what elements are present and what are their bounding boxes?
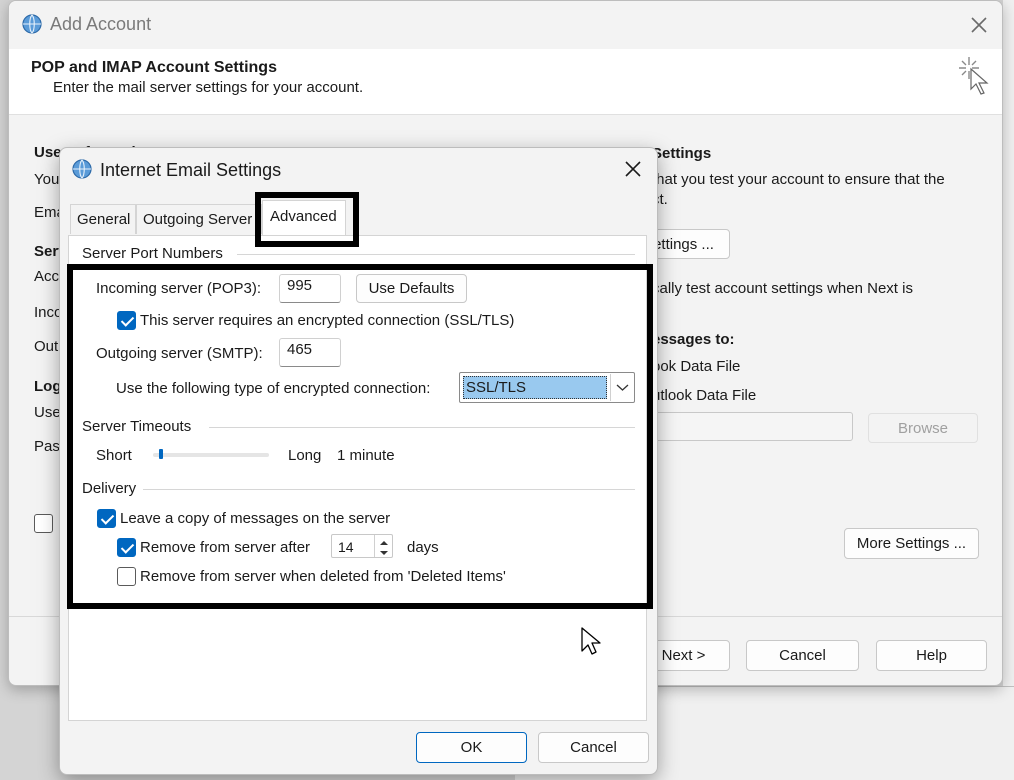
- server-timeouts-divider: [209, 427, 635, 428]
- timeout-long-label: Long: [288, 447, 322, 464]
- encryption-type-value: SSL/TLS: [463, 376, 607, 399]
- globe-mail-icon: [21, 13, 43, 35]
- background-window-edge: [1003, 0, 1014, 780]
- encrypted-connection-label: This server requires an encrypted connec…: [140, 312, 515, 329]
- page-heading: POP and IMAP Account Settings: [31, 59, 277, 76]
- account-type-label-fragment: Acc: [34, 268, 60, 285]
- new-data-file-option[interactable]: ook Data File: [652, 358, 740, 375]
- incoming-port-input[interactable]: 995: [279, 274, 341, 303]
- leave-copy-checkbox[interactable]: [97, 509, 116, 528]
- add-account-cancel-button[interactable]: Cancel: [746, 640, 859, 671]
- wizard-cursor-icon: [955, 53, 995, 105]
- remove-after-label: Remove from server after: [140, 539, 311, 556]
- deliver-messages-label: essages to:: [652, 331, 735, 348]
- timeout-slider-thumb[interactable]: [159, 449, 163, 459]
- timeout-value-label: 1 minute: [337, 447, 395, 464]
- remove-deleted-checkbox[interactable]: [117, 567, 136, 586]
- remove-after-days-stepper[interactable]: 14: [331, 534, 393, 558]
- add-account-header: POP and IMAP Account Settings Enter the …: [9, 49, 1002, 115]
- close-icon[interactable]: [967, 13, 991, 37]
- tab-advanced-label: Advanced: [270, 208, 337, 225]
- dialog-title: Internet Email Settings: [100, 160, 282, 180]
- more-settings-button[interactable]: More Settings ...: [844, 528, 979, 559]
- leave-copy-label: Leave a copy of messages on the server: [120, 510, 391, 527]
- dialog-cancel-button[interactable]: Cancel: [538, 732, 649, 763]
- dialog-close-icon[interactable]: [621, 157, 645, 181]
- tab-general[interactable]: General: [70, 204, 136, 234]
- mouse-cursor-icon: [580, 627, 602, 657]
- stepper-down-icon[interactable]: [374, 546, 392, 557]
- help-button[interactable]: Help: [876, 640, 987, 671]
- server-ports-divider: [237, 254, 635, 255]
- dialog-globe-icon: [71, 158, 93, 180]
- remember-password-checkbox[interactable]: [34, 514, 53, 533]
- existing-data-file-option[interactable]: utlook Data File: [652, 387, 756, 404]
- auto-test-text: cally test account settings when Next is: [652, 280, 913, 297]
- username-label-fragment: Use: [34, 404, 61, 421]
- page-subheading: Enter the mail server settings for your …: [53, 79, 364, 96]
- stepper-up-icon[interactable]: [374, 535, 392, 546]
- your-name-label-fragment: You: [34, 171, 60, 188]
- browse-button[interactable]: Browse: [868, 413, 978, 443]
- internet-email-settings-dialog: Internet Email Settings General Outgoing…: [59, 147, 658, 775]
- outgoing-port-input[interactable]: 465: [279, 338, 341, 367]
- use-defaults-button[interactable]: Use Defaults: [356, 274, 467, 303]
- logon-heading-fragment: Log: [34, 378, 62, 395]
- ok-button[interactable]: OK: [416, 732, 527, 763]
- chevron-down-icon: [610, 374, 633, 401]
- test-settings-text-1: that you test your account to ensure tha…: [652, 171, 945, 188]
- data-file-path-input[interactable]: [649, 412, 853, 441]
- remove-after-days-value[interactable]: 14: [338, 539, 354, 555]
- test-settings-heading: Settings: [652, 145, 712, 162]
- tab-outgoing-server[interactable]: Outgoing Server: [136, 204, 262, 234]
- encrypted-connection-checkbox[interactable]: [117, 311, 136, 330]
- timeout-slider[interactable]: [153, 448, 269, 462]
- tab-general-label: General: [77, 211, 131, 228]
- encryption-type-label: Use the following type of encrypted conn…: [116, 380, 431, 397]
- encryption-type-select[interactable]: SSL/TLS: [459, 372, 635, 403]
- outgoing-server-label: Outgoing server (SMTP):: [96, 345, 263, 362]
- server-timeouts-heading: Server Timeouts: [82, 418, 192, 435]
- tab-outgoing-server-label: Outgoing Server: [143, 211, 253, 228]
- timeout-slider-track: [153, 453, 269, 457]
- delivery-heading: Delivery: [82, 480, 137, 497]
- remove-deleted-label: Remove from server when deleted from 'De…: [140, 568, 506, 585]
- days-label: days: [407, 539, 439, 556]
- add-account-title: Add Account: [50, 14, 152, 34]
- incoming-server-label: Incoming server (POP3):: [96, 280, 262, 297]
- add-account-titlebar: Add Account: [9, 1, 1002, 49]
- outgoing-label-fragment: Out: [34, 338, 59, 355]
- timeout-short-label: Short: [96, 447, 132, 464]
- advanced-tab-panel: Server Port Numbers Incoming server (POP…: [68, 235, 647, 721]
- server-port-numbers-heading: Server Port Numbers: [82, 245, 223, 262]
- remove-after-checkbox[interactable]: [117, 538, 136, 557]
- delivery-divider: [143, 489, 635, 490]
- tab-advanced[interactable]: Advanced: [262, 200, 346, 236]
